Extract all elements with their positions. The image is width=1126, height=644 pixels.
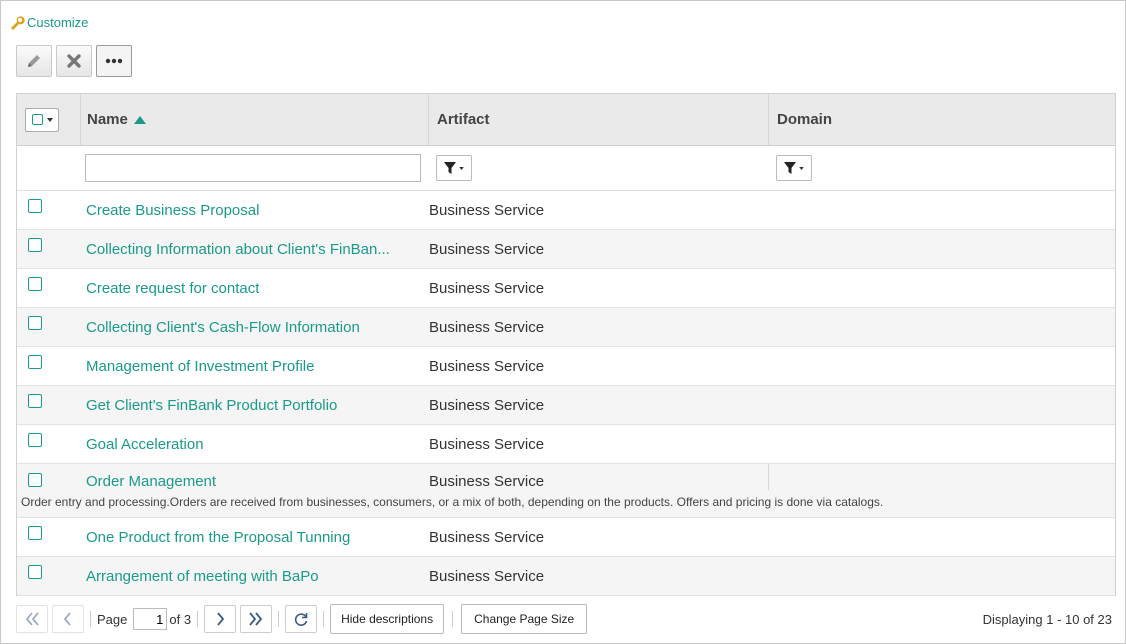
pagination-toolbar: Page of 3 Hide descriptions Change Page … <box>16 601 1114 637</box>
filter-icon <box>444 162 456 174</box>
row-artifact: Business Service <box>429 528 545 546</box>
row-name-link[interactable]: One Product from the Proposal Tunning <box>86 529 350 546</box>
double-chevron-right-icon <box>249 612 263 626</box>
hide-descriptions-button[interactable]: Hide descriptions <box>330 604 445 634</box>
table-row[interactable]: Arrangement of meeting with BaPo Busines… <box>17 557 1115 596</box>
last-page-button[interactable] <box>240 605 273 633</box>
page-count-label: of 3 <box>169 611 192 627</box>
row-name-link[interactable]: Order Management <box>86 473 216 490</box>
row-artifact: Business Service <box>429 279 545 297</box>
row-checkbox[interactable] <box>28 433 42 447</box>
row-checkbox[interactable] <box>28 316 42 330</box>
row-artifact: Business Service <box>429 240 545 258</box>
edit-button[interactable] <box>16 45 52 77</box>
row-name-link[interactable]: Management of Investment Profile <box>86 358 314 375</box>
grid-panel: Customize Name Artifact Domain Create Bu… <box>0 0 1126 644</box>
change-page-size-button[interactable]: Change Page Size <box>461 604 588 634</box>
row-name-link[interactable]: Create request for contact <box>86 280 259 297</box>
previous-page-button[interactable] <box>52 605 84 633</box>
table-row[interactable]: Collecting Information about Client's Fi… <box>17 230 1115 269</box>
ellipsis-icon <box>105 58 123 64</box>
double-chevron-left-icon <box>25 612 39 626</box>
row-name-link[interactable]: Arrangement of meeting with BaPo <box>86 568 319 585</box>
x-icon <box>67 54 81 68</box>
sort-ascending-icon <box>133 115 146 124</box>
caret-down-icon <box>459 166 464 170</box>
page-label: Page <box>97 611 128 627</box>
row-artifact: Business Service <box>429 567 545 585</box>
domain-filter-button[interactable] <box>776 155 812 181</box>
row-name-link[interactable]: Collecting Client's Cash-Flow Informatio… <box>86 319 360 336</box>
table-row[interactable]: Management of Investment Profile Busines… <box>17 347 1115 386</box>
row-checkbox[interactable] <box>28 355 42 369</box>
row-description: Order entry and processing.Orders are re… <box>21 495 884 509</box>
row-name-link[interactable]: Get Client's FinBank Product Portfolio <box>86 397 337 414</box>
page-number-input[interactable] <box>133 608 168 630</box>
customize-label: Customize <box>27 15 89 30</box>
chevron-right-icon <box>217 612 225 626</box>
row-checkbox[interactable] <box>28 473 42 487</box>
select-all-checkbox[interactable] <box>32 114 43 125</box>
table-row[interactable]: Collecting Client's Cash-Flow Informatio… <box>17 308 1115 347</box>
column-header-domain[interactable]: Domain <box>768 94 1115 145</box>
data-grid: Name Artifact Domain Create Business Pro… <box>16 93 1116 596</box>
first-page-button[interactable] <box>16 605 48 633</box>
filter-row <box>17 146 1115 191</box>
table-row[interactable]: Goal Acceleration Business Service <box>17 425 1115 464</box>
column-header-domain-label: Domain <box>777 111 833 128</box>
artifact-filter-button[interactable] <box>436 155 472 181</box>
row-checkbox[interactable] <box>28 565 42 579</box>
wrench-icon <box>11 15 25 30</box>
table-row[interactable]: Create request for contact Business Serv… <box>17 269 1115 308</box>
display-count: Displaying 1 - 10 of 23 <box>982 611 1112 627</box>
toolbar <box>16 45 132 77</box>
row-name-link[interactable]: Goal Acceleration <box>86 436 204 453</box>
select-column-header <box>17 94 80 145</box>
name-filter-input[interactable] <box>85 154 421 182</box>
row-artifact: Business Service <box>429 396 545 414</box>
grid-header: Name Artifact Domain <box>17 94 1115 146</box>
row-checkbox[interactable] <box>28 526 42 540</box>
chevron-left-icon <box>63 612 71 626</box>
table-row[interactable]: Create Business Proposal Business Servic… <box>17 191 1115 230</box>
caret-down-icon <box>47 117 53 122</box>
row-name-link[interactable]: Create Business Proposal <box>86 202 259 219</box>
customize-link[interactable]: Customize <box>9 15 88 30</box>
table-row-with-description[interactable]: Order Management Business Service Order … <box>17 464 1115 518</box>
column-header-artifact-label: Artifact <box>437 111 490 128</box>
row-artifact: Business Service <box>429 473 545 490</box>
row-artifact: Business Service <box>429 201 545 219</box>
caret-down-icon <box>799 166 804 170</box>
refresh-icon <box>294 613 308 626</box>
column-header-name-label: Name <box>87 111 128 128</box>
select-all-dropdown[interactable] <box>25 107 59 132</box>
table-row[interactable]: Get Client's FinBank Product Portfolio B… <box>17 386 1115 425</box>
refresh-button[interactable] <box>285 605 318 633</box>
row-artifact: Business Service <box>429 318 545 336</box>
row-checkbox[interactable] <box>28 394 42 408</box>
next-page-button[interactable] <box>204 605 237 633</box>
column-header-artifact[interactable]: Artifact <box>428 94 768 145</box>
row-checkbox[interactable] <box>28 199 42 213</box>
row-checkbox[interactable] <box>28 238 42 252</box>
filter-icon <box>784 162 796 174</box>
column-header-name[interactable]: Name <box>80 94 428 145</box>
delete-button[interactable] <box>56 45 92 77</box>
row-name-link[interactable]: Collecting Information about Client's Fi… <box>86 241 390 258</box>
row-checkbox[interactable] <box>28 277 42 291</box>
pencil-icon <box>28 55 40 67</box>
row-artifact: Business Service <box>429 357 545 375</box>
table-row[interactable]: One Product from the Proposal Tunning Bu… <box>17 518 1115 557</box>
more-actions-button[interactable] <box>96 45 132 77</box>
row-artifact: Business Service <box>429 435 545 453</box>
